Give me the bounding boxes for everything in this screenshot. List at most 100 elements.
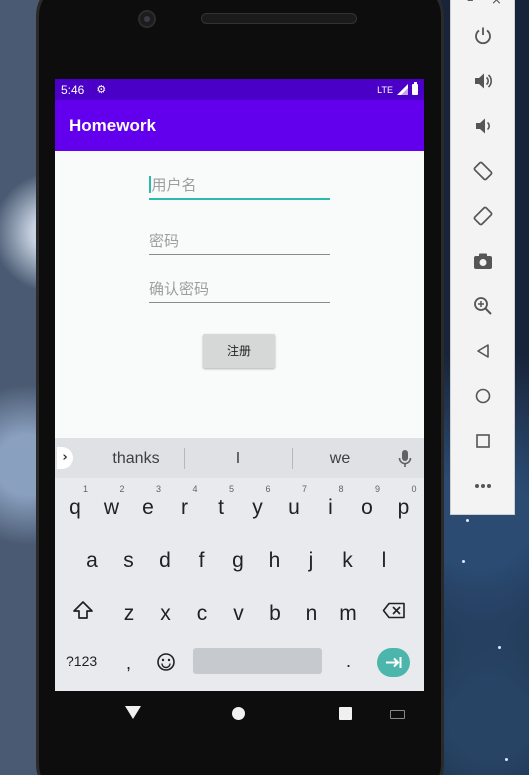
status-time: 5:46 bbox=[61, 82, 85, 97]
volume-up-icon[interactable] bbox=[470, 68, 496, 94]
key-v[interactable]: v bbox=[223, 590, 255, 634]
password-placeholder: 密码 bbox=[149, 232, 180, 250]
key-y[interactable]: y6 bbox=[242, 484, 274, 528]
minimize-button[interactable]: – bbox=[467, 0, 474, 8]
nav-back-icon[interactable] bbox=[125, 706, 141, 719]
wallpaper-star bbox=[505, 758, 508, 761]
key-f[interactable]: f bbox=[186, 537, 218, 581]
key-label: f bbox=[198, 549, 205, 572]
key-label: h bbox=[268, 549, 281, 572]
shift-icon[interactable] bbox=[72, 600, 94, 620]
back-icon[interactable] bbox=[470, 338, 496, 364]
key-j[interactable]: j bbox=[295, 537, 327, 581]
key-e[interactable]: e3 bbox=[132, 484, 164, 528]
text-cursor bbox=[149, 176, 151, 193]
camera-icon[interactable] bbox=[470, 248, 496, 274]
wallpaper-star bbox=[462, 560, 465, 563]
username-placeholder: 用户名 bbox=[151, 176, 197, 194]
confirm-password-field[interactable]: 确认密码 bbox=[149, 278, 330, 303]
wallpaper-star bbox=[498, 646, 501, 649]
power-icon[interactable] bbox=[470, 23, 496, 49]
wallpaper-star bbox=[466, 519, 469, 522]
key-label: c bbox=[196, 602, 208, 625]
key-r[interactable]: r4 bbox=[169, 484, 201, 528]
more-icon[interactable] bbox=[470, 473, 496, 499]
key-label: r bbox=[181, 496, 188, 519]
key-q[interactable]: q1 bbox=[59, 484, 91, 528]
rotate-left-icon[interactable] bbox=[470, 158, 496, 184]
close-button[interactable]: × bbox=[491, 0, 502, 8]
enter-key[interactable] bbox=[377, 648, 410, 677]
key-label: p bbox=[397, 496, 410, 519]
key-d[interactable]: d bbox=[149, 537, 181, 581]
key-h[interactable]: h bbox=[259, 537, 291, 581]
key-label: o bbox=[361, 496, 373, 519]
period-key[interactable]: . bbox=[346, 651, 351, 672]
nav-home-icon[interactable] bbox=[232, 707, 245, 720]
suggestion-divider bbox=[184, 448, 185, 469]
key-label: y bbox=[252, 496, 263, 519]
emoji-icon[interactable] bbox=[156, 652, 176, 672]
signal-icon bbox=[397, 84, 408, 95]
overview-icon[interactable] bbox=[470, 428, 496, 454]
key-c[interactable]: c bbox=[186, 590, 218, 634]
key-a[interactable]: a bbox=[76, 537, 108, 581]
username-field[interactable]: 用户名 bbox=[149, 174, 330, 200]
key-m[interactable]: m bbox=[332, 590, 364, 634]
key-label: v bbox=[233, 602, 244, 625]
key-label: a bbox=[86, 549, 98, 572]
password-field[interactable]: 密码 bbox=[149, 230, 330, 255]
key-label: l bbox=[381, 549, 387, 572]
suggestion-1[interactable]: thanks bbox=[100, 438, 172, 478]
key-u[interactable]: u7 bbox=[278, 484, 310, 528]
confirm-password-placeholder: 确认密码 bbox=[149, 280, 210, 298]
microphone-icon[interactable] bbox=[397, 448, 413, 470]
key-label: k bbox=[342, 549, 353, 572]
key-x[interactable]: x bbox=[150, 590, 182, 634]
suggestion-strip: › thanks I we bbox=[55, 438, 424, 478]
app-toolbar: Homework bbox=[55, 100, 424, 151]
key-t[interactable]: t5 bbox=[205, 484, 237, 528]
key-s[interactable]: s bbox=[113, 537, 145, 581]
suggestion-divider bbox=[292, 448, 293, 469]
key-hint: 0 bbox=[411, 484, 417, 494]
key-label: e bbox=[142, 496, 154, 519]
register-button[interactable]: 注册 bbox=[203, 334, 275, 368]
phone-screen: 5:46 ⚙ LTE Homework 用户名 密码 确认密码 注册 › tha… bbox=[55, 79, 424, 691]
key-label: m bbox=[339, 602, 357, 625]
nav-recents-icon[interactable] bbox=[339, 707, 352, 720]
zoom-icon[interactable] bbox=[470, 293, 496, 319]
key-label: d bbox=[159, 549, 171, 572]
suggestion-2[interactable]: I bbox=[201, 438, 275, 478]
key-p[interactable]: p0 bbox=[388, 484, 420, 528]
key-label: z bbox=[123, 602, 135, 625]
keyboard-switch-icon[interactable] bbox=[390, 710, 405, 719]
key-w[interactable]: w2 bbox=[96, 484, 128, 528]
comma-key[interactable]: , bbox=[126, 653, 131, 674]
emulator-toolbar: – × bbox=[450, 0, 515, 515]
status-bar: 5:46 ⚙ LTE bbox=[55, 79, 424, 100]
key-g[interactable]: g bbox=[222, 537, 254, 581]
volume-down-icon[interactable] bbox=[470, 113, 496, 139]
key-l[interactable]: l bbox=[368, 537, 400, 581]
space-bar[interactable] bbox=[193, 648, 322, 674]
home-icon[interactable] bbox=[470, 383, 496, 409]
key-label: u bbox=[288, 496, 300, 519]
key-z[interactable]: z bbox=[113, 590, 145, 634]
key-label: j bbox=[308, 549, 314, 572]
suggestion-3[interactable]: we bbox=[305, 438, 375, 478]
key-label: x bbox=[160, 602, 171, 625]
key-o[interactable]: o9 bbox=[351, 484, 383, 528]
app-title: Homework bbox=[69, 115, 156, 135]
expand-chevron-icon[interactable]: › bbox=[57, 447, 73, 469]
symbols-key[interactable]: ?123 bbox=[66, 653, 97, 669]
battery-icon bbox=[412, 82, 418, 95]
key-hint: 6 bbox=[265, 484, 271, 494]
key-hint: 5 bbox=[228, 484, 234, 494]
key-b[interactable]: b bbox=[259, 590, 291, 634]
key-n[interactable]: n bbox=[296, 590, 328, 634]
key-i[interactable]: i8 bbox=[315, 484, 347, 528]
rotate-right-icon[interactable] bbox=[470, 203, 496, 229]
key-k[interactable]: k bbox=[332, 537, 364, 581]
backspace-icon[interactable] bbox=[382, 602, 406, 619]
